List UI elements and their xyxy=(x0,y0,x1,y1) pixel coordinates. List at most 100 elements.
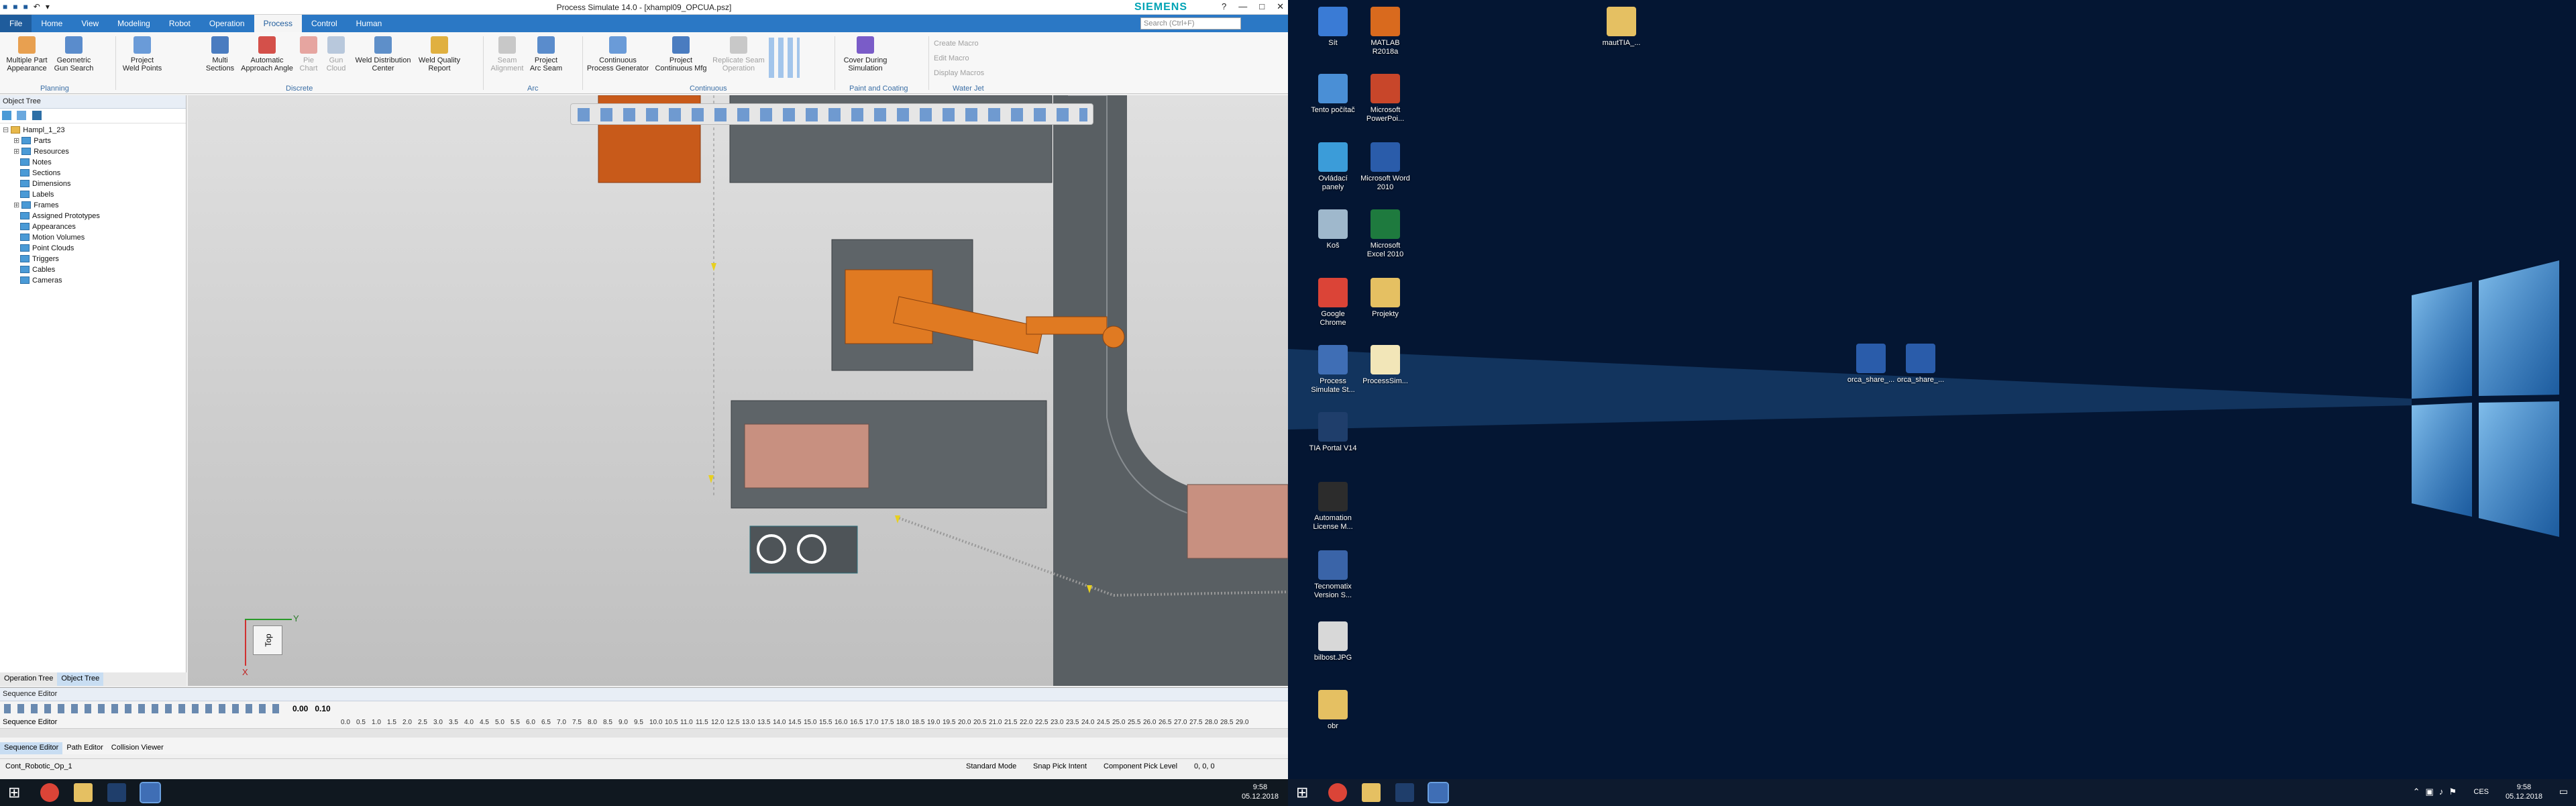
tab-human[interactable]: Human xyxy=(347,15,392,32)
desktop-icon[interactable]: Process Simulate St... xyxy=(1308,345,1358,395)
maximize-button[interactable]: □ xyxy=(1259,1,1265,12)
continuous-process-generator-button[interactable]: Continuous Process Generator xyxy=(585,36,651,72)
gun-cloud-button[interactable]: Gun Cloud xyxy=(323,36,349,72)
desktop-icon[interactable]: obr xyxy=(1308,690,1358,731)
desktop-icon[interactable]: orca_share_... xyxy=(1846,344,1896,385)
seam-alignment-button[interactable]: Seam Alignment xyxy=(487,36,527,72)
tia-taskbar-icon[interactable] xyxy=(1395,783,1414,802)
system-tray-icons[interactable]: ⌃▣♪⚑ xyxy=(2413,787,2462,797)
desktop-icon[interactable]: Sít xyxy=(1308,7,1358,48)
pick-level-indicator[interactable]: Component Pick Level xyxy=(1104,762,1177,770)
replicate-seam-operation-button[interactable]: Replicate Seam Operation xyxy=(711,36,766,72)
view-cube[interactable]: Top xyxy=(253,625,282,655)
tab-file[interactable]: File xyxy=(0,15,32,32)
desktop-icon[interactable]: Google Chrome xyxy=(1308,278,1358,328)
mode-indicator[interactable]: Standard Mode xyxy=(966,762,1016,770)
project-weld-points-button[interactable]: Project Weld Points xyxy=(119,36,165,72)
tab-control[interactable]: Control xyxy=(302,15,347,32)
tab-object-tree[interactable]: Object Tree xyxy=(57,672,104,686)
chrome-taskbar-icon[interactable] xyxy=(1328,783,1347,802)
multi-sections-button[interactable]: Multi Sections xyxy=(201,36,239,72)
windows-start-icon[interactable]: ⊞ xyxy=(8,783,27,802)
desktop-icon[interactable]: Ovládací panely xyxy=(1308,142,1358,192)
viewer-tools-icon[interactable] xyxy=(578,108,1087,121)
tree-item-assigned-prototypes[interactable]: Assigned Prototypes xyxy=(3,211,183,221)
tree-item-triggers[interactable]: Triggers xyxy=(3,254,183,264)
tree-item-frames[interactable]: ⊞ Frames xyxy=(3,200,183,211)
tree-item-appearances[interactable]: Appearances xyxy=(3,221,183,232)
automatic-approach-angle-button[interactable]: Automatic Approach Angle xyxy=(240,36,294,72)
tab-path-editor[interactable]: Path Editor xyxy=(62,742,107,754)
clock[interactable]: 9:58 05.12.2018 xyxy=(1242,783,1279,801)
edit-macro-button[interactable]: Edit Macro xyxy=(934,51,1008,66)
desktop-icon[interactable]: Microsoft PowerPoi... xyxy=(1360,74,1410,123)
time-step[interactable]: 0.10 xyxy=(315,704,330,713)
tab-operation-tree[interactable]: Operation Tree xyxy=(0,672,57,686)
desktop-icon[interactable]: Koš xyxy=(1308,209,1358,250)
desktop-icon[interactable]: Automation License M... xyxy=(1308,482,1358,532)
sequence-scrollbar[interactable] xyxy=(0,728,1288,738)
process-simulate-taskbar-icon[interactable] xyxy=(1428,782,1449,803)
chrome-taskbar-icon[interactable] xyxy=(40,783,59,802)
desktop-icon[interactable]: Tecnomatix Version S... xyxy=(1308,550,1358,600)
help-button[interactable]: ? xyxy=(1222,1,1226,12)
process-simulate-taskbar-icon[interactable] xyxy=(140,782,161,803)
tab-home[interactable]: Home xyxy=(32,15,72,32)
search-input[interactable]: Search (Ctrl+F) xyxy=(1140,17,1241,30)
tab-sequence-editor[interactable]: Sequence Editor xyxy=(0,742,63,754)
project-arc-seam-button[interactable]: Project Arc Seam xyxy=(527,36,565,72)
weld-quality-report-button[interactable]: Weld Quality Report xyxy=(416,36,463,72)
windows-start-icon[interactable]: ⊞ xyxy=(1296,783,1315,802)
tree-item-cameras[interactable]: Cameras xyxy=(3,275,183,286)
playback-controls-icon[interactable] xyxy=(4,704,286,713)
desktop-icon[interactable]: Microsoft Word 2010 xyxy=(1360,142,1410,192)
multiple-part-appearance-button[interactable]: Multiple Part Appearance xyxy=(4,36,50,72)
desktop-icon[interactable]: MATLAB R2018a xyxy=(1360,7,1410,56)
geometric-gun-search-button[interactable]: Geometric Gun Search xyxy=(52,36,95,72)
pie-chart-button[interactable]: Pie Chart xyxy=(297,36,321,72)
desktop-icon[interactable]: Projekty xyxy=(1360,278,1410,319)
tree-item-resources[interactable]: ⊞ Resources xyxy=(3,146,183,157)
tab-process[interactable]: Process xyxy=(254,15,302,32)
tree-item-dimensions[interactable]: Dimensions xyxy=(3,179,183,189)
explorer-taskbar-icon[interactable] xyxy=(1362,783,1381,802)
tree-filter-icon[interactable] xyxy=(32,111,42,120)
desktop-icon[interactable]: TIA Portal V14 xyxy=(1308,412,1358,453)
notifications-icon[interactable]: ▭ xyxy=(2559,786,2568,797)
tab-modeling[interactable]: Modeling xyxy=(108,15,160,32)
tree-item-labels[interactable]: Labels xyxy=(3,189,183,200)
tree-item-point-clouds[interactable]: Point Clouds xyxy=(3,243,183,254)
tree-tool-icon[interactable] xyxy=(17,111,27,120)
tree-item-cables[interactable]: Cables xyxy=(3,264,183,275)
desktop-icon[interactable]: orca_share_... xyxy=(1896,344,1945,385)
desktop-icon[interactable]: mautTIA_... xyxy=(1597,7,1646,48)
tab-view[interactable]: View xyxy=(72,15,108,32)
graphic-viewer[interactable]: Y X Top xyxy=(188,95,1288,686)
cover-during-simulation-button[interactable]: Cover During Simulation xyxy=(839,36,892,72)
tree-item-motion-volumes[interactable]: Motion Volumes xyxy=(3,232,183,243)
tree-item-sections[interactable]: Sections xyxy=(3,168,183,179)
tree-item-notes[interactable]: Notes xyxy=(3,157,183,168)
minimize-button[interactable]: — xyxy=(1238,1,1247,12)
tree-item-parts[interactable]: ⊞ Parts xyxy=(3,136,183,146)
display-macros-button[interactable]: Display Macros xyxy=(934,66,1008,81)
current-time[interactable]: 0.00 xyxy=(292,704,308,713)
tree-tool-icon[interactable] xyxy=(2,111,11,120)
desktop-icon[interactable]: bilbost.JPG xyxy=(1308,621,1358,662)
tab-robot[interactable]: Robot xyxy=(160,15,200,32)
desktop-icon[interactable]: Tento počítač xyxy=(1308,74,1358,115)
project-continuous-mfg-button[interactable]: Project Continuous Mfg xyxy=(651,36,711,72)
explorer-taskbar-icon[interactable] xyxy=(74,783,93,802)
desktop-icon[interactable]: Microsoft Excel 2010 xyxy=(1360,209,1410,259)
weld-distribution-center-button[interactable]: Weld Distribution Center xyxy=(352,36,415,72)
clock[interactable]: 9:58 05.12.2018 xyxy=(2506,783,2542,801)
tia-taskbar-icon[interactable] xyxy=(107,783,126,802)
desktop-icon[interactable]: ProcessSim... xyxy=(1360,345,1410,386)
tab-operation[interactable]: Operation xyxy=(200,15,254,32)
close-button[interactable]: ✕ xyxy=(1277,1,1284,12)
language-indicator[interactable]: CES xyxy=(2473,788,2489,796)
create-macro-button[interactable]: Create Macro xyxy=(934,36,1008,51)
tree-item-root[interactable]: ⊟ Hampl_1_23 xyxy=(3,125,183,136)
pick-intent-indicator[interactable]: Snap Pick Intent xyxy=(1033,762,1087,770)
tab-collision-viewer[interactable]: Collision Viewer xyxy=(107,742,168,754)
